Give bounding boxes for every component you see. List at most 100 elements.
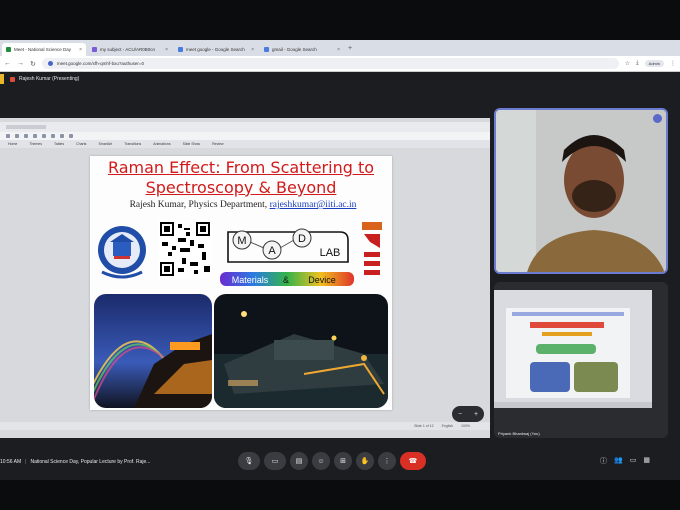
- tab-label: meet google - Google Search: [186, 47, 245, 52]
- photo-frame: Meet - National Science Day × my subject…: [0, 0, 680, 510]
- status-lang: English: [441, 424, 454, 428]
- tab-icon: [92, 47, 97, 52]
- emoji-icon: ☺: [317, 457, 325, 465]
- ribbon-tab[interactable]: Slide Show: [183, 142, 201, 146]
- tool-icon[interactable]: [69, 134, 73, 138]
- app-toolbar: [0, 132, 490, 140]
- mic-button[interactable]: 🎙: [238, 452, 260, 470]
- qr-code[interactable]: [158, 220, 212, 278]
- close-icon[interactable]: ×: [165, 47, 168, 53]
- tool-icon[interactable]: [15, 134, 19, 138]
- lab-letter-a: A: [268, 245, 276, 257]
- side-controls: ⓘ 👥 ▭ ▦: [600, 456, 650, 466]
- browser-tab-search-meet[interactable]: meet google - Google Search ×: [174, 43, 258, 56]
- meet-header: Rajesh Kumar (Presenting): [0, 72, 680, 86]
- ribbon-tab[interactable]: Animations: [153, 142, 170, 146]
- meet-control-bar: 10:56 AM | National Science Day, Popular L…: [0, 438, 680, 480]
- site-info-icon[interactable]: [47, 61, 53, 66]
- captions-icon: ▤: [295, 458, 303, 465]
- lab-letter-m: M: [237, 235, 246, 247]
- browser-tab-search-gmail[interactable]: gmail - Google Search ×: [260, 43, 344, 56]
- new-tab-button[interactable]: +: [348, 45, 352, 52]
- campus-rainbow-photo: [94, 294, 212, 408]
- presenter-video-tile[interactable]: [494, 108, 668, 274]
- browser-tab-strip: Meet - National Science Day × my subject…: [0, 40, 680, 56]
- tab-label: my subject - ACU/AR0B0cn: [100, 47, 156, 52]
- ribbon-tab[interactable]: SmartArt: [98, 142, 112, 146]
- clock: 10:56 AM: [0, 459, 22, 465]
- slide-title: Raman Effect: From Scattering to Spectro…: [90, 158, 392, 198]
- url-text: meet.google.com/xfh-qmhf-bxu?authuser=0: [56, 61, 145, 66]
- leave-call-button[interactable]: ☎: [400, 452, 426, 470]
- status-zoom: 100%: [461, 424, 470, 428]
- status-slide: Slide 1 of 12: [414, 424, 434, 428]
- info-icon[interactable]: ⓘ: [600, 456, 607, 466]
- meet-tab-icon: [6, 47, 11, 52]
- lab-word: LAB: [320, 247, 341, 259]
- ribbon-tab[interactable]: Transitions: [124, 142, 141, 146]
- lab-word-materials: Materials: [232, 275, 269, 285]
- zoom-in-icon[interactable]: +: [474, 411, 478, 418]
- bookmark-star-icon[interactable]: ☆: [625, 60, 630, 67]
- slide-canvas: Raman Effect: From Scattering to Spectro…: [90, 156, 392, 410]
- emoji-button[interactable]: ☺: [312, 452, 330, 470]
- close-icon[interactable]: ×: [337, 47, 340, 53]
- forward-icon[interactable]: →: [17, 60, 24, 67]
- people-icon[interactable]: 👥: [614, 456, 623, 466]
- browser-menu-icon[interactable]: ⋮: [670, 60, 676, 67]
- download-icon[interactable]: ⤓: [636, 60, 639, 67]
- raise-hand-icon: ✋: [360, 458, 370, 465]
- raise-hand-button[interactable]: ✋: [356, 452, 374, 470]
- mic-icon: 🎙: [244, 458, 254, 465]
- ribbon-tab[interactable]: Themes: [29, 142, 42, 146]
- ribbon-tab[interactable]: Charts: [76, 142, 86, 146]
- browser-tab-subject[interactable]: my subject - ACU/AR0B0cn ×: [88, 43, 172, 56]
- google-tab-icon: [264, 47, 269, 52]
- tool-icon[interactable]: [42, 134, 46, 138]
- slide-author: Rajesh Kumar, Physics Department, rajesh…: [98, 200, 388, 210]
- reload-icon[interactable]: ↻: [30, 60, 36, 68]
- ribbon-tab[interactable]: Review: [212, 142, 223, 146]
- zoom-out-icon[interactable]: −: [458, 411, 462, 418]
- self-screen-preview: [494, 282, 668, 438]
- tab-label: Meet - National Science Day: [14, 47, 72, 52]
- profile-button[interactable]: Admin: [644, 60, 664, 67]
- present-button[interactable]: ⊞: [334, 452, 352, 470]
- presenter-video: [496, 110, 666, 272]
- browser-tab-meet[interactable]: Meet - National Science Day ×: [2, 43, 86, 56]
- tool-icon[interactable]: [33, 134, 37, 138]
- more-options-button[interactable]: ⋮: [378, 452, 396, 470]
- tool-icon[interactable]: [60, 134, 64, 138]
- self-screen-tile[interactable]: Priyank Bhardwaj (You): [494, 282, 668, 438]
- activities-icon[interactable]: ▦: [643, 456, 650, 466]
- captions-button[interactable]: ▤: [290, 452, 308, 470]
- back-icon[interactable]: ←: [4, 60, 11, 67]
- camera-icon: ▭: [271, 458, 279, 465]
- presenter-label: Rajesh Kumar (Presenting): [19, 76, 80, 82]
- madlab-logo: M A D LAB Materials & Device: [220, 228, 354, 286]
- chat-icon[interactable]: ▭: [630, 456, 637, 466]
- url-field[interactable]: meet.google.com/xfh-qmhf-bxu?authuser=0: [41, 58, 619, 69]
- screen-tile-label: Priyank Bhardwaj (You): [498, 431, 540, 436]
- app-status-bar: Slide 1 of 12 English 100%: [0, 422, 490, 430]
- ribbon-tab[interactable]: Tables: [54, 142, 64, 146]
- tool-icon[interactable]: [51, 134, 55, 138]
- close-icon[interactable]: ×: [79, 47, 82, 53]
- tool-icon[interactable]: [6, 134, 10, 138]
- tile-menu-icon[interactable]: [653, 114, 662, 123]
- author-email-link[interactable]: rajeshkumar@iiti.ac.in: [270, 200, 357, 210]
- tool-icon[interactable]: [24, 134, 28, 138]
- app-title-bar: [0, 122, 490, 132]
- ribbon-tabs: Home Themes Tables Charts SmartArt Trans…: [0, 140, 490, 148]
- campus-night-photo: [214, 294, 388, 408]
- address-bar: ← → ↻ meet.google.com/xfh-qmhf-bxu?authu…: [0, 56, 680, 72]
- zoom-controls: − +: [452, 406, 484, 422]
- close-icon[interactable]: ×: [251, 47, 254, 53]
- meeting-info: 10:56 AM | National Science Day, Popular L…: [0, 459, 151, 465]
- call-controls: 🎙 ▭ ▤ ☺ ⊞ ✋ ⋮ ☎: [238, 452, 426, 470]
- ribbon-tab[interactable]: Home: [8, 142, 17, 146]
- author-text: Rajesh Kumar, Physics Department,: [129, 200, 270, 210]
- tab-label: gmail - Google Search: [272, 47, 317, 52]
- camera-button[interactable]: ▭: [264, 452, 286, 470]
- slide-title-line2: Spectroscopy & Beyond: [145, 178, 337, 197]
